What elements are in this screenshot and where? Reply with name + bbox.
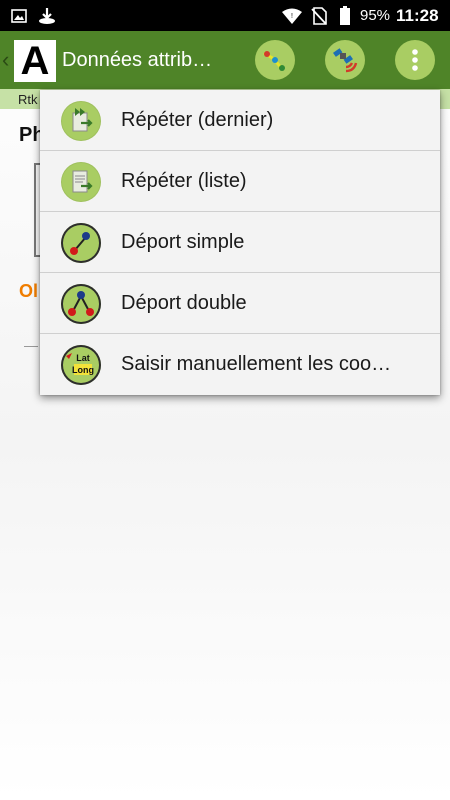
- repeat-last-icon: [61, 101, 101, 141]
- menu-item-label: Saisir manuellement les coo…: [121, 353, 392, 375]
- single-offset-icon: [61, 223, 101, 263]
- battery-percentage: 95%: [360, 7, 391, 24]
- survey-points-button[interactable]: [255, 40, 295, 80]
- status-bar: ! 95% 11:28: [0, 0, 450, 31]
- overflow-menu-icon: [412, 49, 418, 71]
- app-bar: ‹ A Données attrib…: [0, 31, 450, 89]
- menu-item-label: Déport double: [121, 292, 247, 314]
- actions-popup-menu: Répéter (dernier) Répéter (liste) Déport…: [40, 90, 440, 395]
- menu-item-label: Déport simple: [121, 231, 245, 253]
- app-title: Données attrib…: [62, 49, 213, 71]
- survey-points-icon: [263, 51, 285, 71]
- menu-item-label: Répéter (dernier): [121, 109, 274, 131]
- svg-text:!: !: [291, 13, 293, 20]
- gps-satellite-icon: [333, 48, 358, 73]
- menu-item-single-offset[interactable]: Déport simple: [40, 212, 440, 273]
- menu-item-repeat-last[interactable]: Répéter (dernier): [40, 90, 440, 151]
- repeat-list-icon: [61, 162, 101, 202]
- sub-strip-label: Rtk: [18, 92, 38, 107]
- lat-long-icon: Lat Long: [61, 345, 101, 385]
- long-text: Long: [72, 365, 94, 375]
- orange-label: Ol: [19, 281, 39, 301]
- divider: [24, 346, 38, 347]
- menu-item-label: Répéter (liste): [121, 170, 247, 192]
- menu-item-double-offset[interactable]: Déport double: [40, 273, 440, 334]
- app-logo-letter: A: [20, 39, 50, 83]
- download-icon: [34, 0, 60, 31]
- image-icon: [8, 0, 30, 31]
- lat-text: Lat: [76, 353, 90, 363]
- gps-satellite-button[interactable]: [325, 40, 365, 80]
- back-chevron-icon[interactable]: ‹: [2, 43, 9, 77]
- overflow-menu-button[interactable]: [395, 40, 435, 80]
- menu-item-manual-coordinates[interactable]: Lat Long Saisir manuellement les coo…: [40, 334, 440, 395]
- clock: 11:28: [396, 6, 439, 25]
- app-logo[interactable]: A: [14, 40, 56, 82]
- battery-icon: [336, 0, 354, 31]
- double-offset-icon: [61, 284, 101, 324]
- wifi-icon: !: [280, 0, 304, 31]
- menu-item-repeat-list[interactable]: Répéter (liste): [40, 151, 440, 212]
- no-sim-icon: [308, 0, 330, 31]
